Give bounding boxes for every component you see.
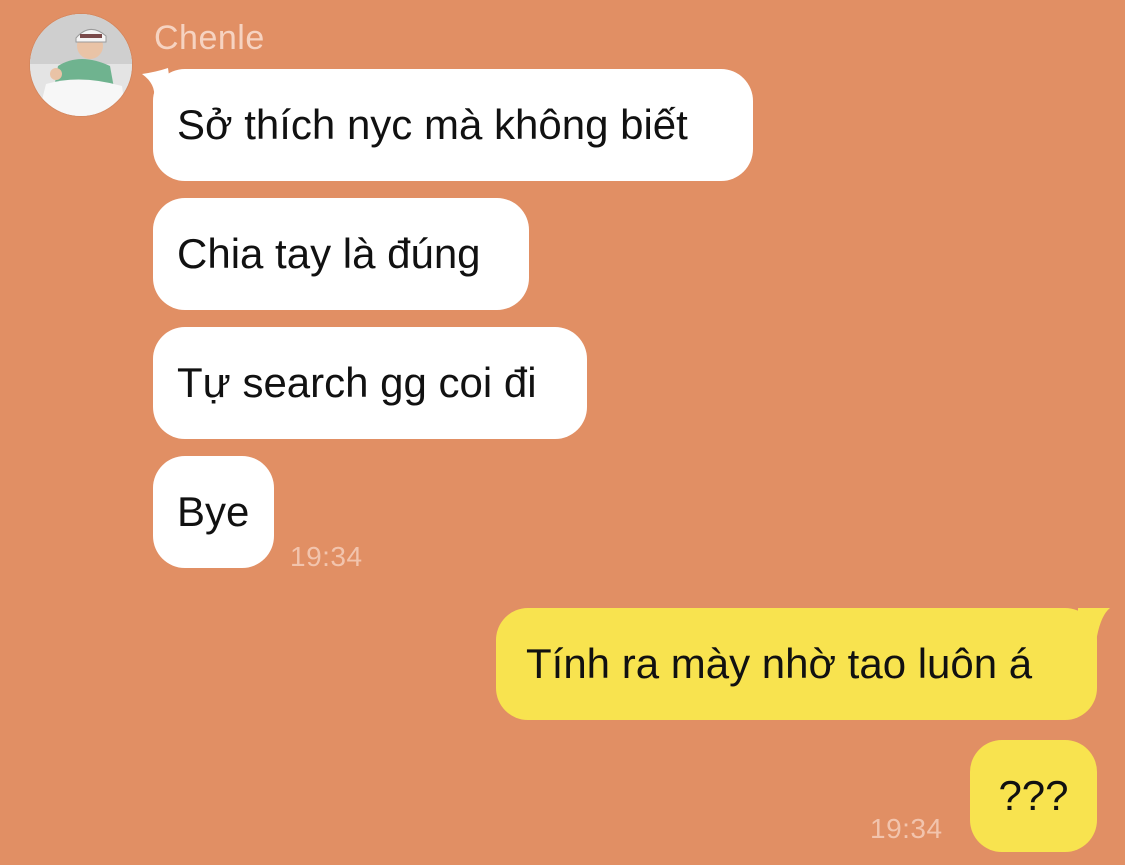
outgoing-message-bubble[interactable]: ??? (970, 740, 1097, 852)
message-text: Bye (177, 488, 250, 535)
message-text: Tự search gg coi đi (177, 359, 537, 406)
message-text: Chia tay là đúng (177, 230, 481, 277)
incoming-message-time: 19:34 (290, 541, 363, 572)
avatar-photo-icon (30, 14, 132, 116)
incoming-message-bubble[interactable]: Bye (153, 456, 274, 568)
outgoing-message-time: 19:34 (870, 813, 943, 844)
message-text: ??? (998, 772, 1069, 819)
incoming-message-bubble[interactable]: Sở thích nyc mà không biết (153, 69, 753, 181)
message-text: Sở thích nyc mà không biết (177, 101, 688, 148)
message-text: Tính ra mày nhờ tao luôn á (526, 640, 1033, 687)
incoming-message-bubble[interactable]: Chia tay là đúng (153, 198, 529, 310)
outgoing-message-bubble[interactable]: Tính ra mày nhờ tao luôn á (496, 608, 1097, 720)
incoming-message-bubble[interactable]: Tự search gg coi đi (153, 327, 587, 439)
contact-name: Chenle (154, 19, 265, 57)
contact-avatar[interactable] (30, 14, 132, 116)
